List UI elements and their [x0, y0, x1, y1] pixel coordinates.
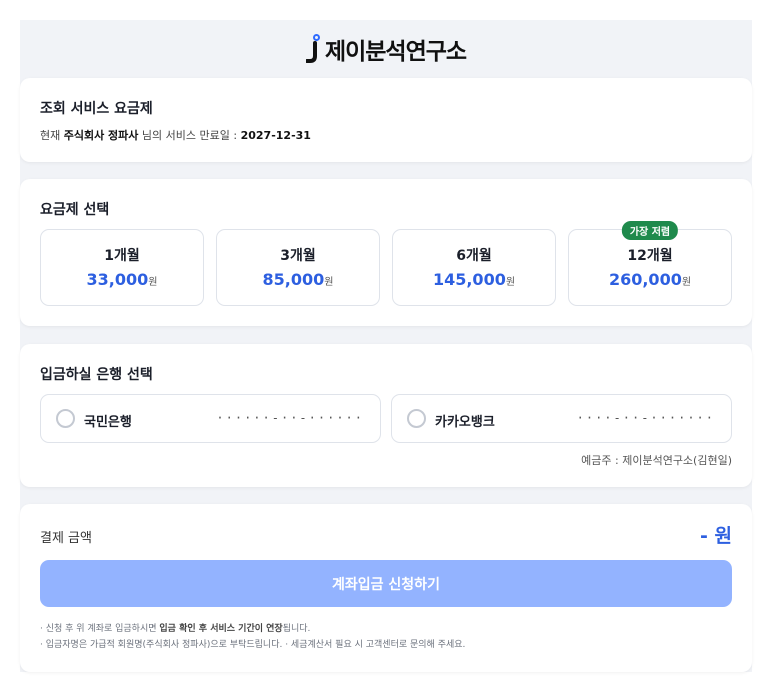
- radio-button[interactable]: [56, 409, 75, 428]
- plan-price-value: 85,000: [262, 270, 325, 289]
- payment-amount: - 원: [700, 525, 732, 547]
- account-holder: 예금주 : 제이분석연구소(김현일): [581, 454, 732, 467]
- plan-option-12-month[interactable]: 가장 저렴 12개월 260,000원: [568, 221, 732, 306]
- expiry-date: 2027-12-31: [240, 129, 311, 142]
- account-number: ····-··-·······: [576, 411, 715, 425]
- plan-option-6-month[interactable]: 6개월 145,000원: [392, 229, 556, 306]
- plan-title: 요금제 선택: [40, 202, 110, 218]
- expiry-mid: 님의 서비스 만료일 :: [138, 129, 241, 142]
- bank-title: 입금하실 은행 선택: [40, 367, 153, 383]
- currency-unit: 원: [148, 277, 158, 288]
- expiry-prefix: 현재: [40, 129, 64, 142]
- j-logo-icon: [305, 33, 322, 64]
- bank-option-kakaobank[interactable]: 카카오뱅크 ····-··-·······: [391, 394, 732, 443]
- expiry-info: 현재 주식회사 정파사 님의 서비스 만료일 : 2027-12-31: [40, 127, 311, 143]
- submit-transfer-button[interactable]: 계좌입금 신청하기: [40, 560, 732, 607]
- note1-b: 입금 확인 후 서비스 기간이 연장: [159, 624, 283, 634]
- note-line-1: · 신청 후 위 계좌로 입금하시면 입금 확인 후 서비스 기간이 연장됩니다…: [40, 621, 465, 637]
- note1-a: · 신청 후 위 계좌로 입금하시면: [40, 624, 160, 634]
- payment-label: 결제 금액: [40, 531, 92, 546]
- company-name: 주식회사 정파사: [63, 129, 139, 142]
- subscription-title: 조회 서비스 요금제: [40, 101, 153, 117]
- plan-price-value: 260,000: [608, 270, 682, 289]
- currency-unit: 원: [681, 277, 692, 288]
- bank-name: 국민은행: [84, 415, 132, 430]
- cheapest-badge: 가장 저렴: [621, 221, 679, 240]
- payment-card: 결제 금액 - 원 계좌입금 신청하기 · 신청 후 위 계좌로 입금하시면 입…: [20, 504, 752, 672]
- plan-price: 145,000원: [393, 270, 555, 289]
- currency-unit: 원: [505, 277, 516, 288]
- plan-option-3-month[interactable]: 3개월 85,000원: [216, 229, 380, 306]
- plan-price-value: 145,000: [432, 270, 506, 289]
- plan-price: 85,000원: [217, 270, 379, 289]
- plan-name: 1개월: [104, 248, 140, 264]
- bank-option-kookmin[interactable]: 국민은행 ······-··-······: [40, 394, 381, 443]
- plan-name: 6개월: [456, 248, 492, 264]
- bank-card: 입금하실 은행 선택 국민은행 ······-··-······ 카카오뱅크 ·…: [20, 344, 752, 487]
- bank-name: 카카오뱅크: [435, 415, 495, 430]
- payment-notes: · 신청 후 위 계좌로 입금하시면 입금 확인 후 서비스 기간이 연장됩니다…: [40, 621, 465, 653]
- plan-card: 요금제 선택 1개월 33,000원 3개월 85,000원 6개월 145,0…: [20, 179, 752, 326]
- plan-option-1-month[interactable]: 1개월 33,000원: [40, 229, 204, 306]
- account-number: ······-··-······: [216, 411, 364, 425]
- plan-price: 33,000원: [41, 270, 203, 289]
- note1-c: 됩니다.: [282, 624, 311, 634]
- brand-name: 제이분석연구소: [324, 38, 467, 65]
- header: 제이분석연구소: [20, 20, 752, 77]
- brand-logo: 제이분석연구소: [305, 32, 467, 66]
- plan-name: 3개월: [280, 248, 316, 264]
- currency-unit: 원: [324, 277, 334, 288]
- plan-price: 260,000원: [569, 270, 731, 289]
- page-container: 제이분석연구소 조회 서비스 요금제 현재 주식회사 정파사 님의 서비스 만료…: [20, 20, 752, 672]
- radio-button[interactable]: [407, 409, 426, 428]
- subscription-card: 조회 서비스 요금제 현재 주식회사 정파사 님의 서비스 만료일 : 2027…: [20, 78, 752, 162]
- plan-price-value: 33,000: [86, 270, 149, 289]
- note-line-2: · 입금자명은 가급적 회원명(주식회사 정파사)으로 부탁드립니다. · 세금…: [40, 640, 466, 650]
- plan-name: 12개월: [627, 248, 673, 264]
